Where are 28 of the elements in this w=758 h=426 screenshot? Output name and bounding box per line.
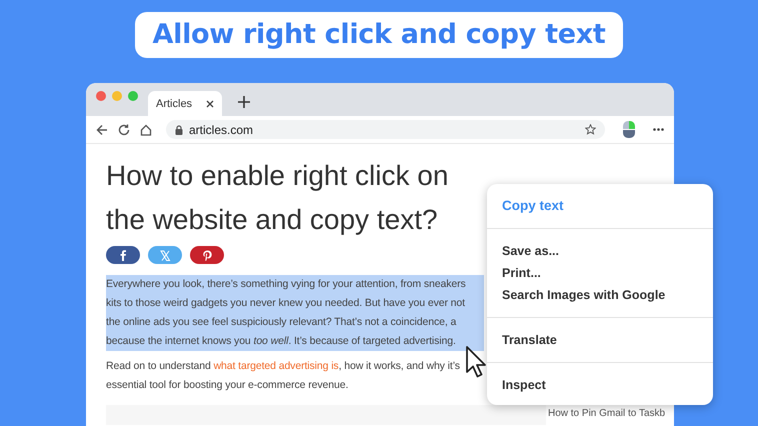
back-icon[interactable] — [96, 124, 108, 136]
bookmark-star-icon[interactable] — [585, 124, 596, 135]
banner-title: Allow right click and copy text — [134, 12, 624, 58]
context-menu-item[interactable]: Save as... — [502, 240, 698, 262]
more-menu-icon[interactable] — [653, 128, 664, 131]
close-window-icon[interactable] — [96, 91, 106, 101]
context-menu-item[interactable]: Print... — [502, 262, 698, 284]
facebook-share-button[interactable] — [106, 246, 140, 264]
reload-icon[interactable] — [118, 124, 130, 136]
sidebar-link[interactable]: How to Pin Gmail to Taskb — [548, 408, 666, 419]
facebook-logo-icon — [118, 250, 128, 260]
home-icon[interactable] — [140, 124, 152, 136]
context-menu-item[interactable]: Translate — [502, 329, 698, 351]
context-menu-item[interactable]: Search Images with Google — [502, 284, 698, 306]
x-logo-icon — [160, 250, 170, 260]
browser-tab[interactable]: Articles — [148, 91, 222, 116]
pinterest-logo-icon — [202, 250, 212, 260]
new-tab-icon[interactable] — [238, 96, 250, 108]
address-bar[interactable]: articles.com — [166, 120, 605, 139]
pinterest-share-button[interactable] — [190, 246, 224, 264]
article-headline: How to enable right click on — [106, 159, 448, 193]
lock-icon — [175, 124, 183, 134]
mouse-extension-icon[interactable] — [623, 121, 635, 138]
context-menu-item[interactable]: Inspect — [502, 374, 698, 396]
close-tab-icon[interactable] — [206, 100, 214, 108]
paragraph-line: Read on to understand what targeted advertising is, how it works, and why it’s — [106, 359, 460, 374]
article-headline: the website and copy text? — [106, 203, 438, 237]
paragraph-line: essential tool for boosting your e-commerce revenue. — [106, 378, 348, 393]
